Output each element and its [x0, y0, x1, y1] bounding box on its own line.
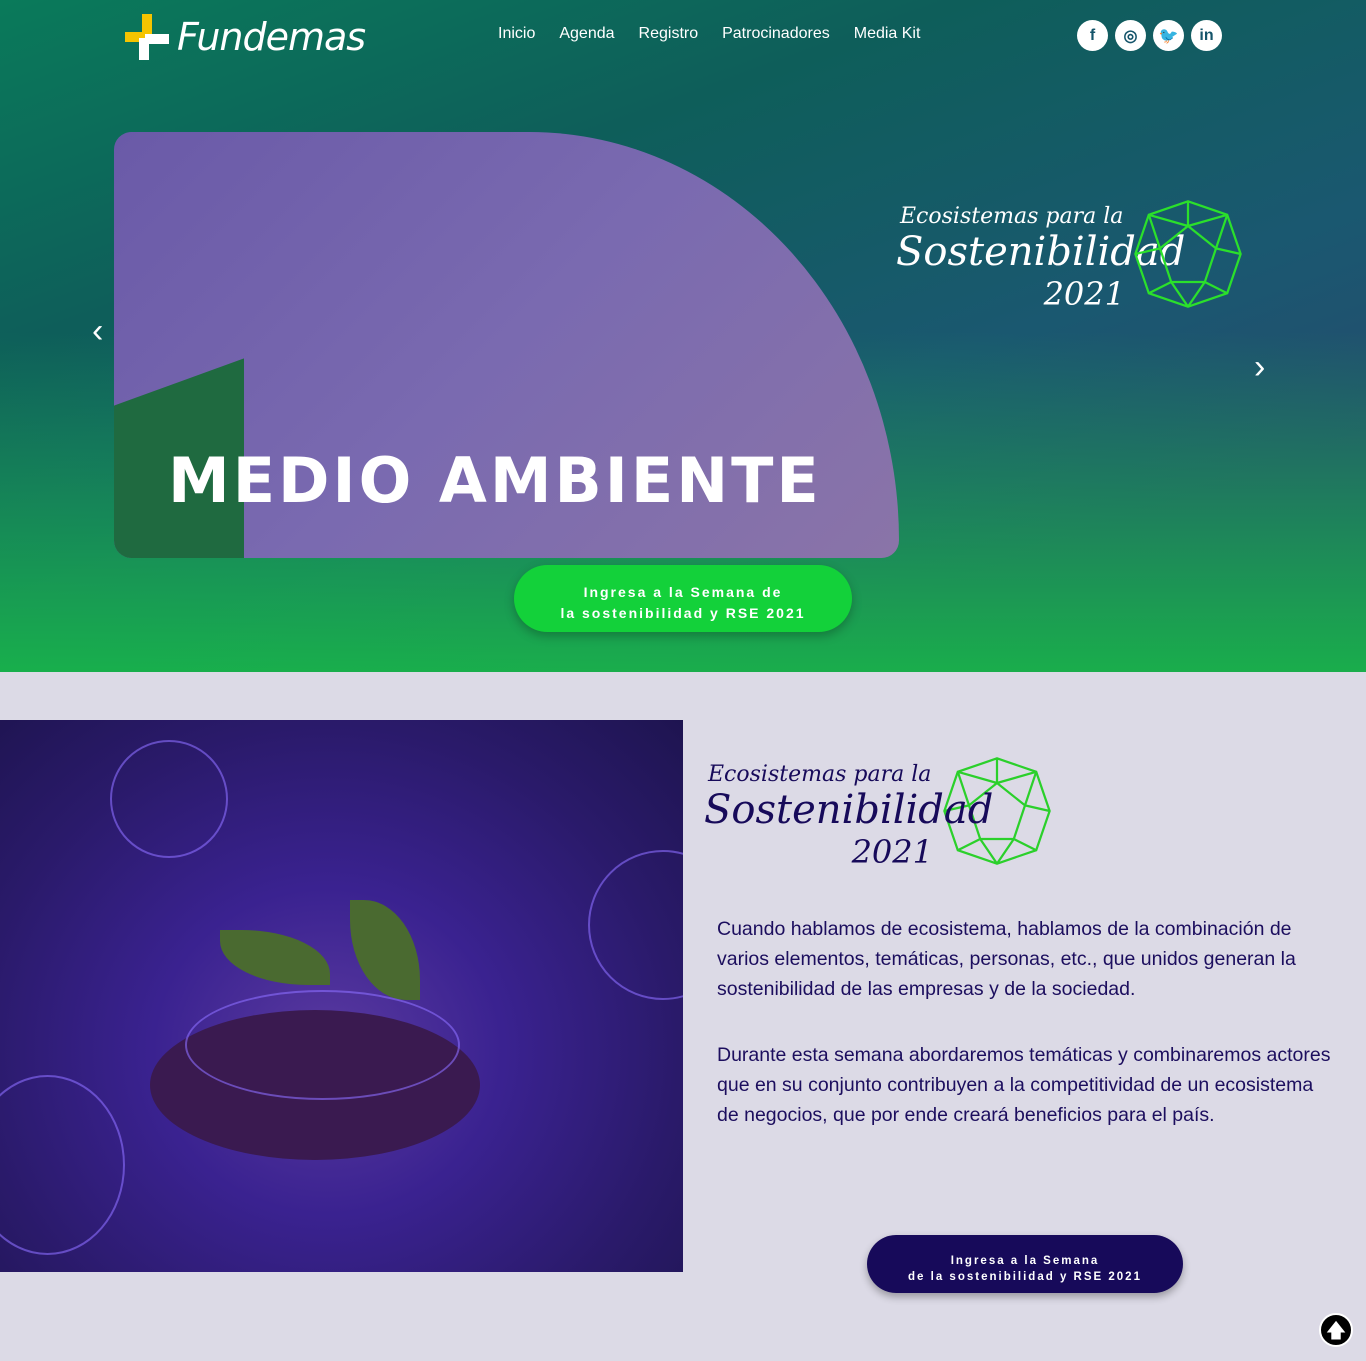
- hero-section: Fundemas Inicio Agenda Registro Patrocin…: [0, 0, 1366, 672]
- cta-line-2: de la sostenibilidad y RSE 2021: [908, 1271, 1142, 1283]
- enter-week-button-secondary[interactable]: Ingresa a la Semana de la sostenibilidad …: [867, 1235, 1183, 1293]
- about-text: Cuando hablamos de ecosistema, hablamos …: [717, 914, 1337, 1166]
- nav-patrocinadores[interactable]: Patrocinadores: [722, 25, 830, 43]
- nav-inicio[interactable]: Inicio: [498, 25, 535, 43]
- nav-registro[interactable]: Registro: [639, 25, 699, 43]
- back-to-top-icon[interactable]: 🡅: [1319, 1313, 1353, 1347]
- nav-agenda[interactable]: Agenda: [559, 25, 614, 43]
- twitter-icon[interactable]: 🐦: [1153, 20, 1184, 51]
- logo-plus-icon: [125, 14, 169, 60]
- carousel-slide: MEDIO AMBIENTE: [114, 132, 899, 558]
- geodesic-sphere-icon: [1134, 200, 1242, 308]
- brand-line-3: 2021: [1043, 275, 1125, 313]
- nav-media-kit[interactable]: Media Kit: [854, 25, 921, 43]
- plant-in-hands-image: [0, 720, 683, 1272]
- fundemas-logo[interactable]: Fundemas: [125, 14, 366, 60]
- cta-line-1: Ingresa a la Semana: [950, 1255, 1100, 1267]
- event-brand-logo: Ecosistemas para la Sostenibilidad 2021: [896, 204, 1185, 313]
- linkedin-icon[interactable]: in: [1191, 20, 1222, 51]
- cta-line-2: la sostenibilidad y RSE 2021: [560, 605, 806, 621]
- social-links: f ◎ 🐦 in: [1077, 20, 1222, 51]
- logo-text: Fundemas: [177, 15, 366, 59]
- facebook-icon[interactable]: f: [1077, 20, 1108, 51]
- instagram-icon[interactable]: ◎: [1115, 20, 1146, 51]
- enter-week-button[interactable]: Ingresa a la Semana de la sostenibilidad …: [514, 565, 852, 632]
- brand-line-3: 2021: [851, 833, 933, 871]
- cta-line-1: Ingresa a la Semana de: [583, 584, 783, 600]
- brand-line-1: Ecosistemas para la: [708, 762, 932, 787]
- about-paragraph: Cuando hablamos de ecosistema, hablamos …: [717, 918, 1296, 1000]
- about-paragraph: Durante esta semana abordaremos temática…: [717, 1044, 1331, 1126]
- main-nav: Inicio Agenda Registro Patrocinadores Me…: [498, 25, 920, 43]
- slide-title: MEDIO AMBIENTE: [168, 444, 822, 517]
- brand-line-2: Sostenibilidad: [896, 229, 1186, 275]
- event-brand-logo-dark: Ecosistemas para la Sostenibilidad 2021: [704, 762, 993, 871]
- carousel-next-icon[interactable]: ›: [1254, 348, 1265, 387]
- brand-line-2: Sostenibilidad: [704, 787, 994, 833]
- carousel-prev-icon[interactable]: ‹: [92, 312, 103, 351]
- brand-line-1: Ecosistemas para la: [900, 204, 1124, 229]
